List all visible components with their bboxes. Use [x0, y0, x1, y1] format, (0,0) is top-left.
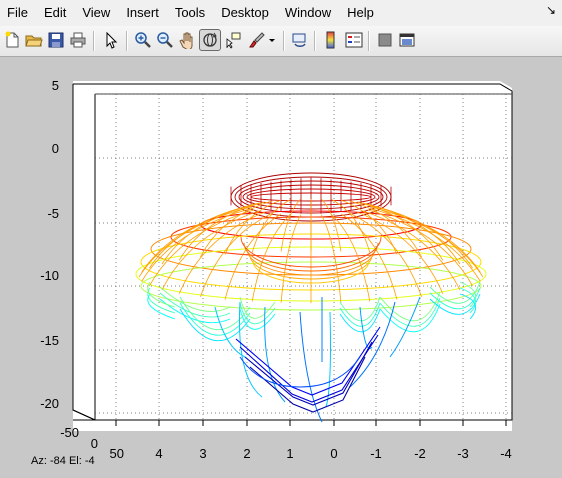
- x-tick-label: -2: [414, 446, 426, 461]
- toolbar-separator: [368, 31, 370, 51]
- toolbar-separator: [283, 31, 285, 51]
- menu-view[interactable]: View: [74, 0, 118, 26]
- axes-left-wall: [73, 88, 95, 431]
- toolbar-separator: [93, 31, 95, 51]
- show-plot-tools-icon[interactable]: [396, 29, 418, 51]
- data-cursor-icon[interactable]: [222, 29, 244, 51]
- x-tick-label: 2: [243, 446, 250, 461]
- y-tick-label: 0: [91, 436, 98, 451]
- menu-file[interactable]: File: [0, 0, 36, 26]
- zoom-out-icon[interactable]: [154, 29, 176, 51]
- menu-window[interactable]: Window: [277, 0, 339, 26]
- toolbar-separator: [126, 31, 128, 51]
- z-tick-label: -10: [40, 268, 59, 283]
- elevation-value: -4: [84, 455, 95, 467]
- x-tick-label: -4: [500, 446, 512, 461]
- x-tick-label: -1: [370, 446, 382, 461]
- azimuth-value: -84: [49, 455, 66, 467]
- x-tick-label: 1: [286, 446, 293, 461]
- x-tick-label: 0: [330, 446, 337, 461]
- legend-icon[interactable]: [343, 29, 365, 51]
- rotation-readout: Az: -84 El: -4: [31, 455, 95, 467]
- z-tick-label: -20: [40, 396, 59, 411]
- menu-desktop[interactable]: Desktop: [213, 0, 277, 26]
- hide-plot-tools-icon[interactable]: [374, 29, 396, 51]
- new-figure-icon[interactable]: [1, 29, 23, 51]
- figure-canvas[interactable]: 5 0 -5 -10 -15 -20 4 3 2 1 0 -1 -2 -3 -4…: [0, 57, 562, 478]
- menu-edit[interactable]: Edit: [36, 0, 74, 26]
- toolbar-separator: [314, 31, 316, 51]
- dock-arrow-icon[interactable]: ↘: [546, 3, 556, 17]
- z-tick-label: 5: [52, 78, 59, 93]
- azimuth-label: Az:: [31, 455, 47, 467]
- figure-toolbar: [0, 26, 562, 57]
- axes-box: [72, 81, 513, 431]
- axes-background: [73, 88, 512, 431]
- y-tick-label: -50: [60, 425, 79, 440]
- menu-bar: File Edit View Insert Tools Desktop Wind…: [0, 0, 562, 27]
- y-tick-label: 50: [110, 446, 124, 461]
- z-tick-label: -5: [47, 206, 59, 221]
- zoom-in-icon[interactable]: [132, 29, 154, 51]
- x-tick-label: 4: [155, 446, 162, 461]
- save-icon[interactable]: [45, 29, 67, 51]
- z-tick-label: 0: [52, 141, 59, 156]
- print-icon[interactable]: [67, 29, 89, 51]
- elevation-label: El:: [68, 455, 82, 467]
- z-tick-label: -15: [40, 333, 59, 348]
- edit-plot-arrow-icon[interactable]: [100, 29, 122, 51]
- menu-insert[interactable]: Insert: [118, 0, 167, 26]
- menu-tools[interactable]: Tools: [167, 0, 213, 26]
- pan-hand-icon[interactable]: [176, 29, 198, 51]
- x-tick-label: 3: [199, 446, 206, 461]
- z-axis-ticks: 5 0 -5 -10 -15 -20: [40, 78, 59, 411]
- x-axis-ticks: 4 3 2 1 0 -1 -2 -3 -4: [155, 446, 511, 461]
- x-tick-label: -3: [457, 446, 469, 461]
- rotate-3d-icon[interactable]: [199, 29, 221, 51]
- brush-dropdown-icon[interactable]: [266, 29, 278, 51]
- open-file-icon[interactable]: [23, 29, 45, 51]
- brush-icon[interactable]: [246, 29, 268, 51]
- plot-area[interactable]: 5 0 -5 -10 -15 -20 4 3 2 1 0 -1 -2 -3 -4…: [0, 57, 562, 478]
- menu-help[interactable]: Help: [339, 0, 382, 26]
- colorbar-icon[interactable]: [320, 29, 342, 51]
- link-plot-icon[interactable]: [289, 29, 311, 51]
